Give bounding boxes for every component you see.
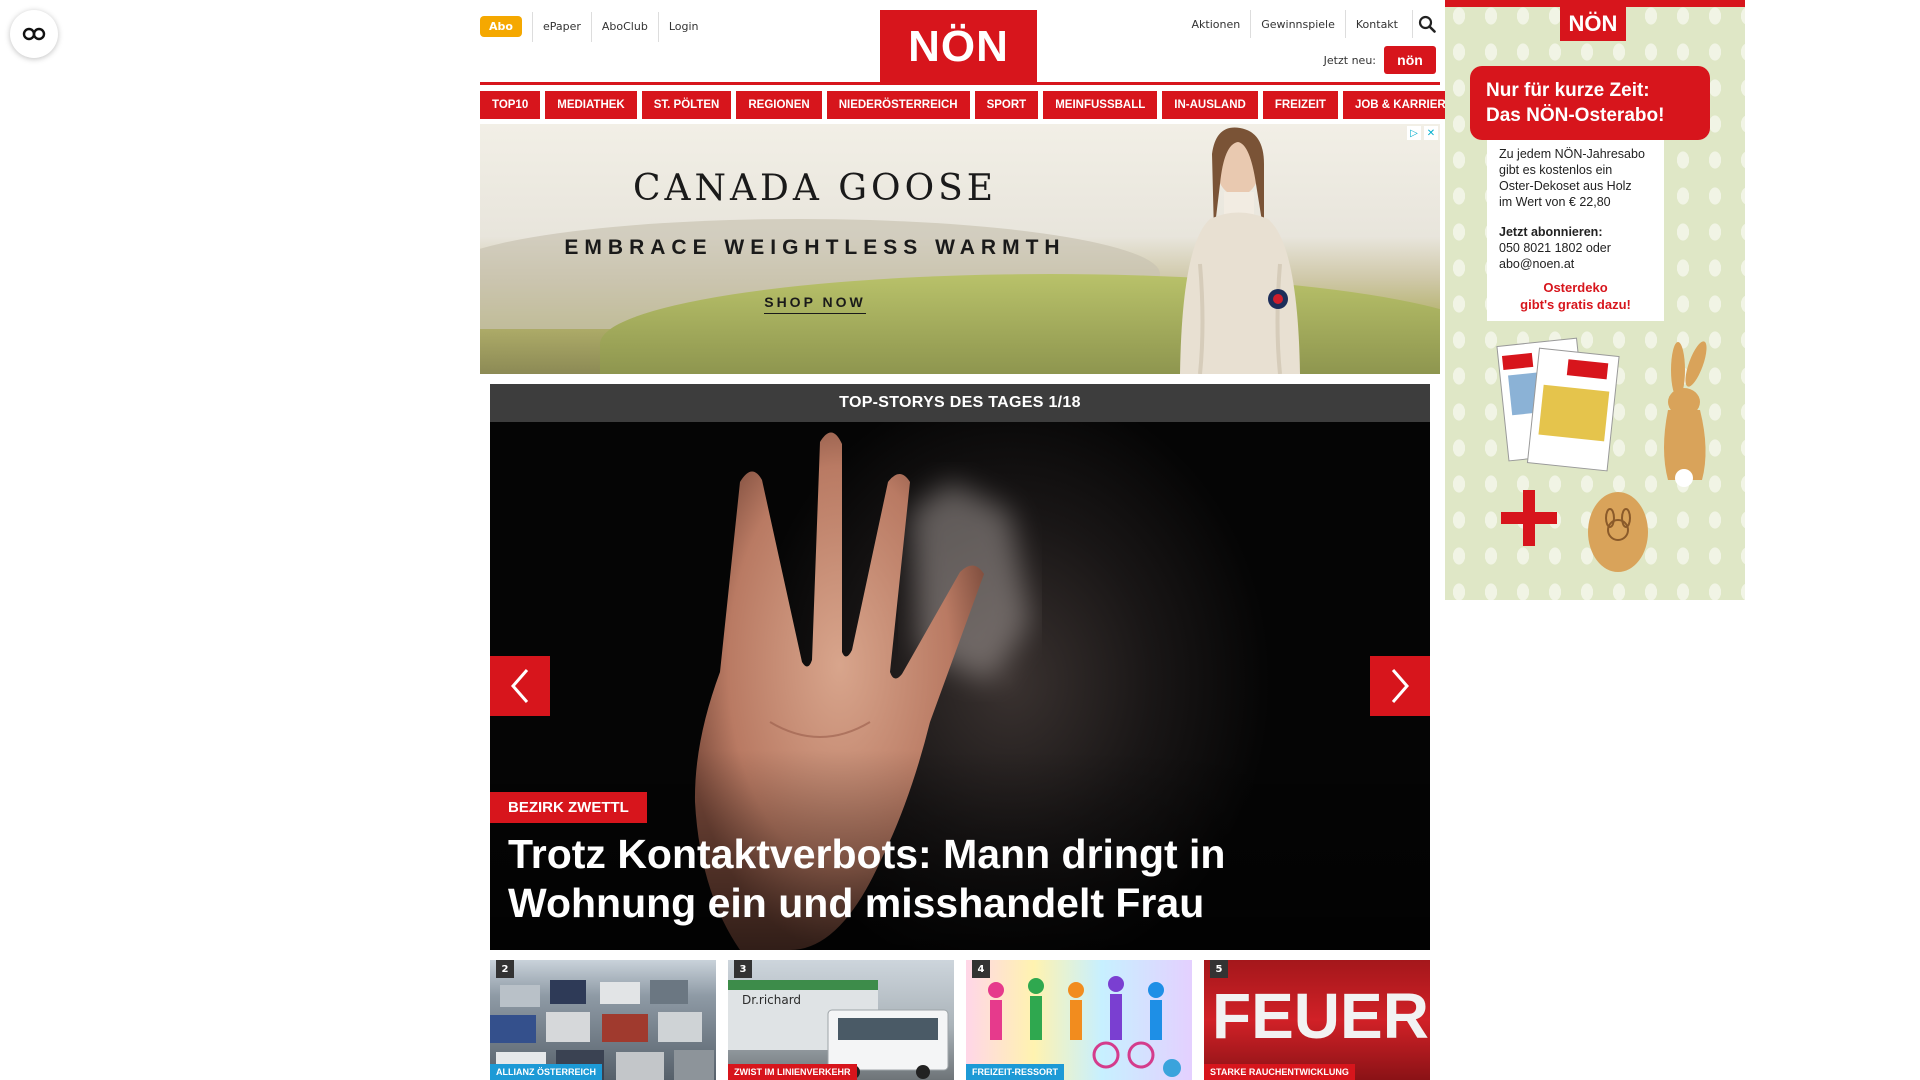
sidebar-ad-headline-1: Nur für kurze Zeit: <box>1486 80 1650 101</box>
nav-item-st-poelten[interactable]: ST. PÖLTEN <box>641 91 732 119</box>
top-stories-header: TOP-STORYS DES TAGES 1/18 <box>490 384 1430 422</box>
thumb-number: 4 <box>972 960 990 978</box>
story-thumb-3[interactable]: Dr.richard 3 ZWIST IM LINIENVERKEHR <box>728 960 954 1080</box>
aboclub-link[interactable]: AboClub <box>590 11 658 42</box>
nav-item-top10[interactable]: TOP10 <box>480 91 541 119</box>
chevron-right-icon <box>1391 669 1409 703</box>
ad-brand: CANADA GOOSE <box>632 168 998 209</box>
close-icon[interactable]: ✕ <box>1424 126 1438 140</box>
kleine-noen-badge[interactable]: nön <box>1384 46 1436 74</box>
reader-mode-button[interactable] <box>10 10 58 58</box>
newspapers-image <box>1496 337 1620 472</box>
svg-text:Dr.richard: Dr.richard <box>742 993 801 1007</box>
thumb-label: FREIZEIT-RESSORT <box>966 1064 1065 1080</box>
fire-truck-image: FEUER <box>1212 980 1429 1052</box>
story-thumbnails: 2 ALLIANZ ÖSTERREICH Dr.richard 3 ZWIST … <box>490 960 1430 1080</box>
story-category[interactable]: BEZIRK ZWETTL <box>490 792 647 823</box>
thumb-number: 2 <box>496 960 514 978</box>
thumb-number: 3 <box>734 960 752 978</box>
top-links-right: Aktionen Gewinnspiele Kontakt <box>1182 10 1440 38</box>
adchoices-icon[interactable]: ▷ <box>1407 126 1421 140</box>
glasses-icon <box>22 27 46 41</box>
colorful-people-image <box>988 976 1181 1077</box>
story-title[interactable]: Trotz Kontaktverbots: Mann dringt in Woh… <box>508 830 1388 928</box>
kontakt-link[interactable]: Kontakt <box>1344 10 1408 38</box>
sidebar-ad-headline-2: Das NÖN-Osterabo! <box>1486 105 1665 126</box>
carousel-prev-button[interactable] <box>490 656 550 716</box>
traffic-image <box>490 980 714 1080</box>
site-header: Abo ePaper AboClub Login NÖN Aktionen Ge… <box>480 0 1440 88</box>
sidebar-ad-email: abo@noen.at <box>1499 257 1575 271</box>
bus-image: Dr.richard <box>728 980 949 1079</box>
nav-item-niederoesterreich[interactable]: NIEDERÖSTERREICH <box>826 91 970 119</box>
sidebar-ad-phone: 050 8021 1802 oder <box>1499 241 1611 255</box>
ad-choices[interactable]: ▷ ✕ <box>1407 126 1438 140</box>
sidebar-ad-deko: Osterdeko gibt's gratis dazu! <box>1487 275 1664 321</box>
thumb-number: 5 <box>1210 960 1228 978</box>
search-icon[interactable] <box>1412 10 1440 38</box>
abo-button[interactable]: Abo <box>480 16 522 37</box>
nav-item-regionen[interactable]: REGIONEN <box>736 91 822 119</box>
svg-text:FEUER: FEUER <box>1212 980 1429 1052</box>
sidebar-ad-line-4: im Wert von € 22,80 <box>1499 195 1611 209</box>
plus-icon <box>1501 490 1557 546</box>
wooden-bunny-image <box>1664 341 1707 487</box>
nav-item-sport[interactable]: SPORT <box>974 91 1039 119</box>
jetzt-neu: Jetzt neu: nön <box>1324 46 1436 74</box>
sidebar-ad-logo: NÖN <box>1560 6 1626 41</box>
ad-cta-button[interactable]: SHOP NOW <box>480 294 1150 314</box>
sidebar-ad-subscribe-label: Jetzt abonnieren: <box>1499 225 1603 239</box>
sidebar-ad-deko-1: Osterdeko <box>1543 280 1608 295</box>
aktionen-link[interactable]: Aktionen <box>1182 10 1251 38</box>
sidebar-ad-line-3: Oster-Dekoset aus Holz <box>1499 179 1632 193</box>
ad-tagline: EMBRACE WEIGHTLESS WARMTH <box>564 236 1066 259</box>
ad-model-image <box>1180 127 1300 374</box>
nav-item-in-ausland[interactable]: IN-AUSLAND <box>1162 91 1258 119</box>
site-logo[interactable]: NÖN <box>880 10 1037 84</box>
top-links-left: Abo ePaper AboClub Login <box>480 11 709 42</box>
sidebar-ad-headline: Nur für kurze Zeit: Das NÖN-Osterabo! <box>1470 66 1710 150</box>
nav-item-mediathek[interactable]: MEDIATHEK <box>545 91 637 119</box>
main-nav: TOP10 MEDIATHEK ST. PÖLTEN REGIONEN NIED… <box>480 91 1466 119</box>
carousel-next-button[interactable] <box>1370 656 1430 716</box>
nav-item-freizeit[interactable]: FREIZEIT <box>1262 91 1338 119</box>
story-thumb-5[interactable]: FEUER 5 STARKE RAUCHENTWICKLUNG <box>1204 960 1430 1080</box>
top-stories-carousel: TOP-STORYS DES TAGES 1/18 BEZIRK ZWETTL … <box>490 384 1430 950</box>
epaper-link[interactable]: ePaper <box>531 11 591 42</box>
wooden-egg-image <box>1588 492 1648 572</box>
gewinnspiele-link[interactable]: Gewinnspiele <box>1250 10 1345 38</box>
chevron-left-icon <box>511 669 529 703</box>
ad-cta-label: SHOP NOW <box>764 294 866 314</box>
story-thumb-2[interactable]: 2 ALLIANZ ÖSTERREICH <box>490 960 716 1080</box>
sidebar-ad-deko-2: gibt's gratis dazu! <box>1520 297 1631 312</box>
jetzt-neu-label: Jetzt neu: <box>1323 53 1376 67</box>
sidebar-ad[interactable]: NÖN Nur für kurze Zeit: Das NÖN-Osterabo… <box>1445 0 1745 600</box>
story-thumb-4[interactable]: 4 FREIZEIT-RESSORT <box>966 960 1192 1080</box>
sidebar-ad-line-2: gibt es kostenlos ein <box>1499 163 1613 177</box>
thumb-label: ALLIANZ ÖSTERREICH <box>490 1064 602 1080</box>
login-link[interactable]: Login <box>657 11 709 42</box>
header-divider <box>480 82 1440 85</box>
ad-banner[interactable]: CANADA GOOSE EMBRACE WEIGHTLESS WARMTH S… <box>480 124 1440 374</box>
thumb-label: ZWIST IM LINIENVERKEHR <box>728 1064 857 1080</box>
nav-item-meinfussball[interactable]: MEINFUSSBALL <box>1043 91 1158 119</box>
sidebar-ad-line-1: Zu jedem NÖN-Jahresabo <box>1499 147 1645 161</box>
thumb-label: STARKE RAUCHENTWICKLUNG <box>1204 1064 1355 1080</box>
